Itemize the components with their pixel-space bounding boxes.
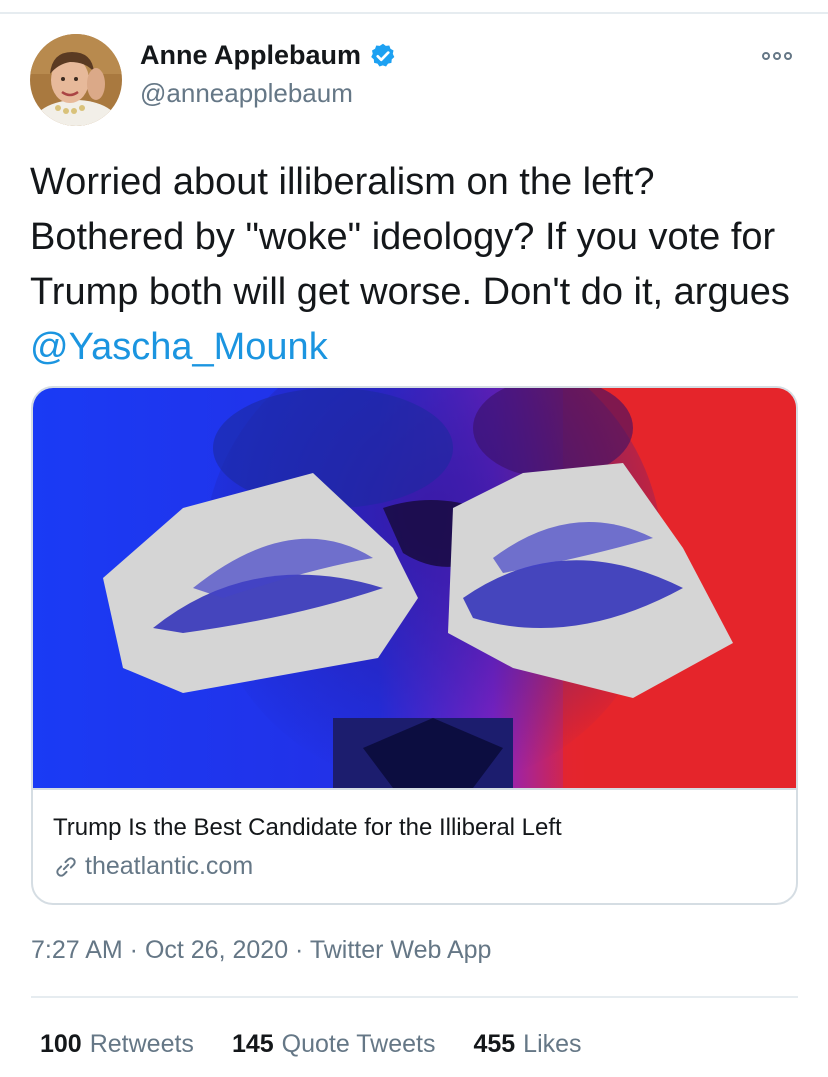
retweets-stat[interactable]: 100 Retweets: [40, 1030, 194, 1059]
more-dot: [784, 52, 792, 60]
stat-count: 100: [40, 1030, 82, 1058]
author-name[interactable]: Anne Applebaum: [140, 40, 361, 71]
stats-divider: [31, 996, 798, 998]
tweet-body: Worried about illiberalism on the left? …: [30, 161, 790, 313]
stat-label: Retweets: [89, 1030, 194, 1058]
card-divider: [33, 788, 796, 790]
card-title[interactable]: Trump Is the Best Candidate for the Illi…: [53, 814, 562, 842]
card-domain-row[interactable]: theatlantic.com: [53, 852, 253, 881]
more-dot: [773, 52, 781, 60]
more-options-icon[interactable]: [762, 48, 796, 64]
link-icon: [56, 856, 76, 877]
stat-count: 145: [231, 1030, 274, 1058]
engagement-stats: 100 Retweets 145 Quote Tweets 455 Likes: [40, 1030, 620, 1059]
author-handle[interactable]: @anneapplebaum: [140, 78, 353, 109]
tweet-meta[interactable]: 7:27 AM · Oct 26, 2020 · Twitter Web App: [31, 936, 491, 965]
top-divider: [0, 12, 828, 14]
likes-stat[interactable]: 455 Likes: [473, 1030, 581, 1059]
link-card[interactable]: Trump Is the Best Candidate for the Illi…: [31, 386, 798, 905]
card-image[interactable]: [33, 388, 796, 788]
avatar[interactable]: [30, 34, 122, 126]
verified-badge-icon: [371, 43, 395, 66]
stat-count: 455: [473, 1030, 516, 1058]
author-name-row[interactable]: Anne Applebaum: [140, 40, 397, 71]
card-domain: theatlantic.com: [85, 852, 254, 880]
tweet-text: Worried about illiberalism on the left? …: [30, 155, 800, 375]
more-dot: [762, 52, 770, 60]
quote-tweets-stat[interactable]: 145 Quote Tweets: [232, 1030, 436, 1059]
stat-label: Quote Tweets: [281, 1030, 436, 1058]
mention-link[interactable]: @Yascha_Mounk: [30, 326, 328, 368]
stat-label: Likes: [523, 1030, 582, 1058]
